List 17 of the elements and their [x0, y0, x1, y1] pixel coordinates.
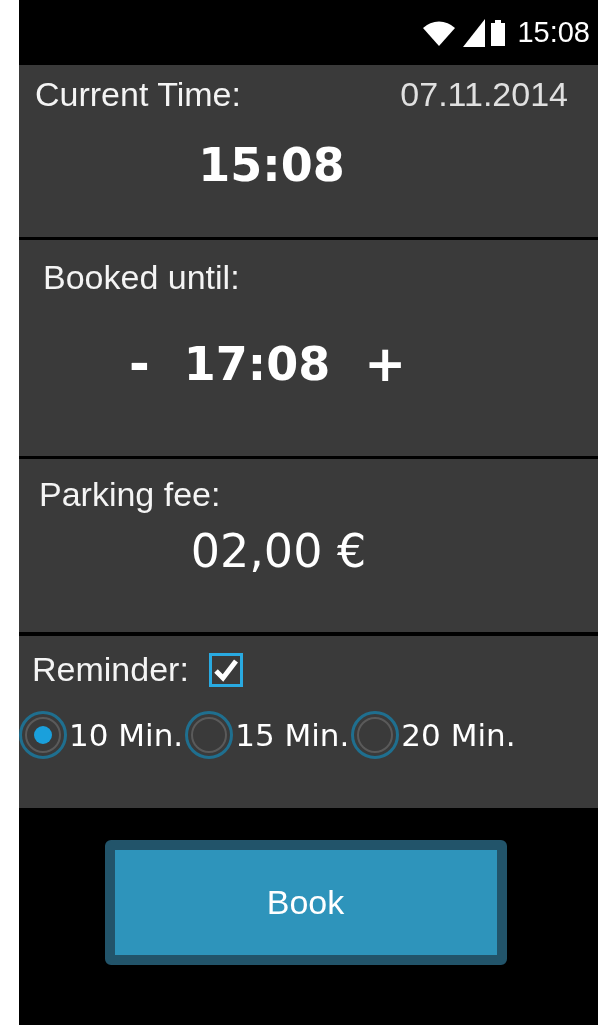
current-time-label: Current Time:	[35, 75, 241, 114]
parking-fee-label: Parking fee:	[39, 475, 222, 514]
booked-until-time: 17:08	[183, 337, 331, 391]
booked-until-label: Booked until:	[43, 258, 241, 297]
parking-fee-amount: 02,00 €	[190, 524, 367, 578]
current-time-value: 15:08	[198, 138, 345, 192]
reminder-option[interactable]: 15 Min.	[185, 711, 350, 759]
status-time: 15:08	[517, 16, 590, 49]
reminder-option[interactable]: 10 Min.	[19, 711, 184, 759]
reminder-label: Reminder:	[32, 650, 189, 689]
date-text: 07.11.2014	[400, 75, 568, 114]
reminder-option[interactable]: 20 Min.	[351, 711, 516, 759]
battery-icon	[491, 19, 506, 46]
reminder-checkbox[interactable]	[208, 652, 243, 687]
decrease-button[interactable]: -	[123, 339, 156, 389]
increase-button[interactable]: +	[358, 339, 413, 389]
signal-icon	[463, 18, 486, 47]
